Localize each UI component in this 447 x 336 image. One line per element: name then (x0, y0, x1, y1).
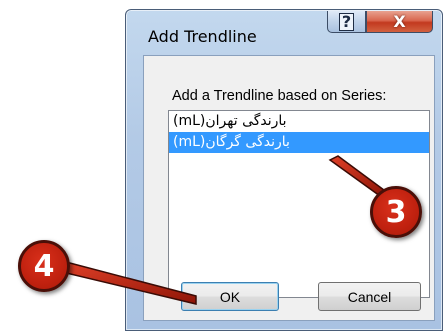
step-4-badge: 4 (18, 240, 70, 292)
arrow-to-series-item (328, 155, 386, 198)
screenshot-stage: Add Trendline ? X Add a Trendline based … (0, 0, 447, 336)
annotation-arrows (60, 155, 386, 305)
arrow-to-ok-button (60, 261, 197, 305)
step-3-badge: 3 (370, 186, 422, 238)
